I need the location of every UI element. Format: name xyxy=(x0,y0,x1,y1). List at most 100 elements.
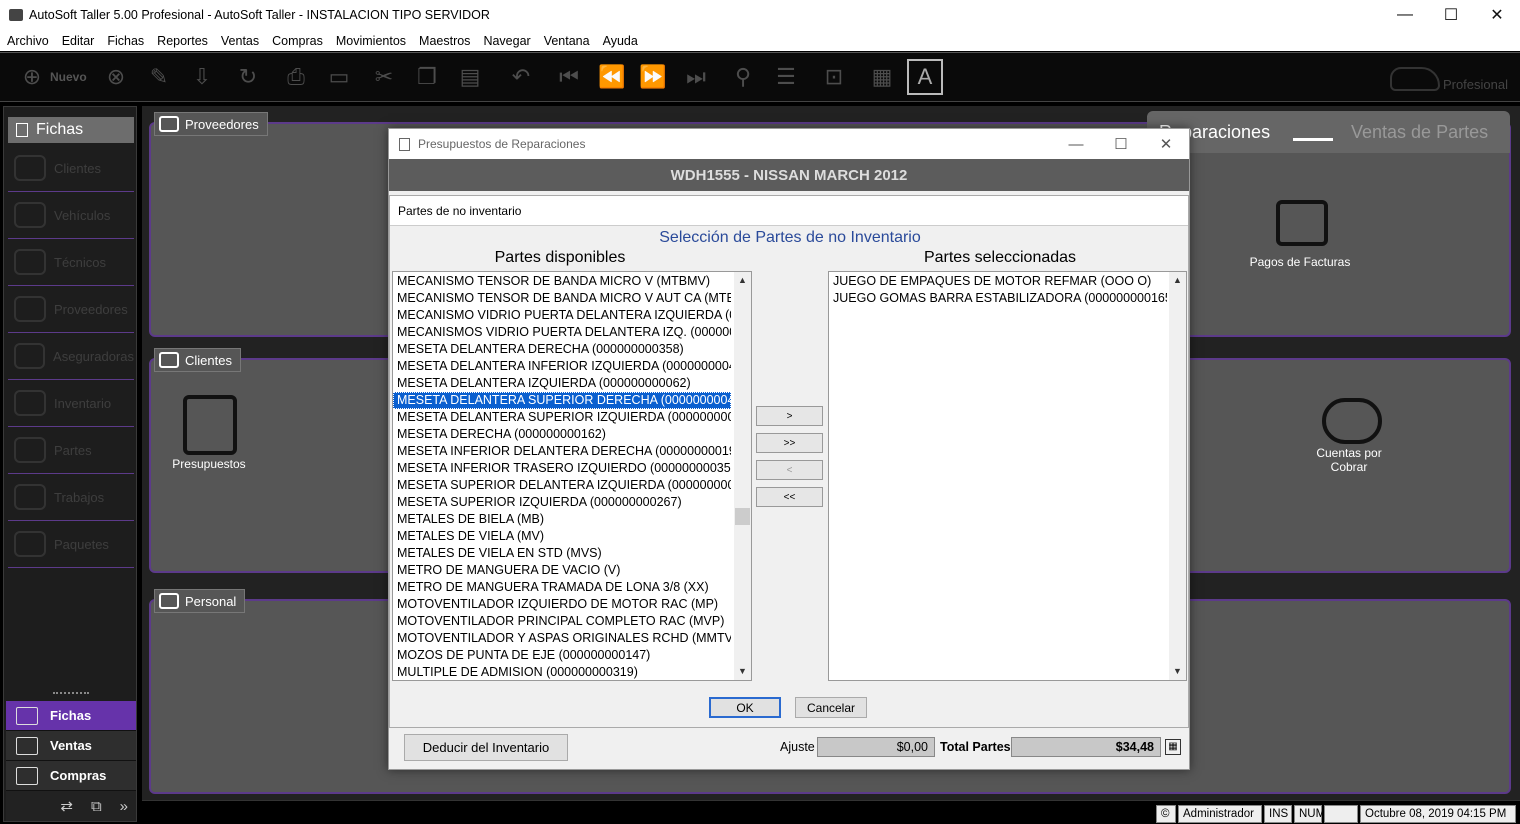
accounts-icon[interactable] xyxy=(1322,398,1382,444)
list-item[interactable]: MESETA DELANTERA INFERIOR IZQUIERDA (000… xyxy=(393,358,731,375)
selected-parts-list[interactable]: JUEGO DE EMPAQUES DE MOTOR REFMAR (OOO O… xyxy=(828,271,1187,681)
copy-icon[interactable]: ❐ xyxy=(411,61,443,93)
list-item[interactable]: MESETA SUPERIOR IZQUIERDA (000000000267) xyxy=(393,494,731,511)
grid-icon[interactable]: ▦ xyxy=(866,61,898,93)
menu-ventana[interactable]: Ventana xyxy=(544,34,590,48)
search-icon[interactable]: ⚲ xyxy=(727,61,759,93)
selected-scrollbar[interactable]: ▲ ▼ xyxy=(1169,272,1186,680)
refresh-icon[interactable]: ↻ xyxy=(232,61,264,93)
list-icon[interactable]: ☰ xyxy=(770,61,802,93)
close-button[interactable]: ✕ xyxy=(1474,0,1520,30)
nav-ventas[interactable]: Ventas xyxy=(6,731,136,761)
list-item[interactable]: MESETA DELANTERA SUPERIOR IZQUIERDA (000… xyxy=(393,409,731,426)
list-item[interactable]: JUEGO GOMAS BARRA ESTABILIZADORA (000000… xyxy=(829,290,1167,307)
first-icon[interactable]: ⏮ xyxy=(553,61,585,93)
sidebar-item-trabajos[interactable]: Trabajos xyxy=(8,474,134,521)
screen-icon[interactable]: ▭ xyxy=(323,61,355,93)
list-item[interactable]: MOTOVENTILADOR PRINCIPAL COMPLETO RAC (M… xyxy=(393,613,731,630)
new-icon[interactable]: ⊕ xyxy=(16,61,48,93)
sidebar-item-inventario[interactable]: Inventario xyxy=(8,380,134,427)
list-item[interactable]: MESETA DELANTERA IZQUIERDA (000000000062… xyxy=(393,375,731,392)
cuentas-label[interactable]: Cuentas por Cobrar xyxy=(1299,446,1399,474)
menu-compras[interactable]: Compras xyxy=(272,34,323,48)
sidebar-item-tecnicos[interactable]: Técnicos xyxy=(8,239,134,286)
dialog-close-button[interactable]: ✕ xyxy=(1143,129,1189,159)
toggle-ventas-partes[interactable]: Ventas de Partes xyxy=(1351,122,1488,143)
menu-fichas[interactable]: Fichas xyxy=(107,34,144,48)
deduct-inventory-button[interactable]: Deducir del Inventario xyxy=(404,734,568,761)
tab-clientes[interactable]: Clientes xyxy=(154,348,241,372)
list-item[interactable]: MULTIPLE DE ADMISION (000000000319) xyxy=(393,664,731,680)
lock-icon[interactable]: ⊡ xyxy=(818,61,850,93)
ok-button[interactable]: OK xyxy=(709,697,781,718)
next-icon[interactable]: ⏩ xyxy=(637,61,669,93)
budget-icon[interactable] xyxy=(183,395,237,455)
menu-maestros[interactable]: Maestros xyxy=(419,34,470,48)
list-item[interactable]: MESETA INFERIOR DELANTERA DERECHA (00000… xyxy=(393,443,731,460)
menu-reportes[interactable]: Reportes xyxy=(157,34,208,48)
list-item[interactable]: MECANISMO TENSOR DE BANDA MICRO V AUT CA… xyxy=(393,290,731,307)
menu-archivo[interactable]: Archivo xyxy=(7,34,49,48)
more-icon[interactable]: » xyxy=(120,798,128,815)
available-parts-list[interactable]: MECANISMO TENSOR DE BANDA MICRO V (MTBMV… xyxy=(392,271,752,681)
calculator-icon[interactable]: ▦ xyxy=(1165,739,1181,755)
sidebar-item-aseguradoras[interactable]: Aseguradoras xyxy=(8,333,134,380)
move-all-right-button[interactable]: >> xyxy=(756,433,823,453)
cancel-button[interactable]: Cancelar xyxy=(795,697,867,718)
list-item[interactable]: MOTOVENTILADOR Y ASPAS ORIGINALES RCHD (… xyxy=(393,630,731,647)
save-icon[interactable]: ⇩ xyxy=(186,61,218,93)
list-item[interactable]: MECANISMO VIDRIO PUERTA DELANTERA IZQUIE… xyxy=(393,307,731,324)
sidebar-item-proveedores[interactable]: Proveedores xyxy=(8,286,134,333)
resize-grip[interactable] xyxy=(53,692,89,698)
dialog-maximize-button[interactable]: ☐ xyxy=(1098,129,1144,159)
list-item[interactable]: MECANISMO TENSOR DE BANDA MICRO V (MTBMV… xyxy=(393,273,731,290)
cut-icon[interactable]: ✂ xyxy=(368,61,400,93)
nav-fichas[interactable]: Fichas xyxy=(6,701,136,731)
pagos-label[interactable]: Pagos de Facturas xyxy=(1240,255,1360,269)
menu-editar[interactable]: Editar xyxy=(62,34,95,48)
windows-icon[interactable]: ⧉ xyxy=(91,798,102,815)
maximize-button[interactable]: ☐ xyxy=(1428,0,1474,30)
envelope-icon[interactable] xyxy=(1276,200,1328,246)
list-item[interactable]: MOZOS DE PUNTA DE EJE (000000000147) xyxy=(393,647,731,664)
menu-ventas[interactable]: Ventas xyxy=(221,34,259,48)
print-icon[interactable]: ⎙ xyxy=(280,61,312,93)
sidebar-item-partes[interactable]: Partes xyxy=(8,427,134,474)
scroll-up-icon[interactable]: ▲ xyxy=(734,272,751,289)
scroll-down-icon[interactable]: ▼ xyxy=(734,663,751,680)
nav-compras[interactable]: Compras xyxy=(6,761,136,791)
sidebar-item-vehiculos[interactable]: Vehículos xyxy=(8,192,134,239)
menu-movimientos[interactable]: Movimientos xyxy=(336,34,406,48)
list-item[interactable]: MOTOVENTILADOR IZQUIERDO DE MOTOR RAC (M… xyxy=(393,596,731,613)
last-icon[interactable]: ⏭ xyxy=(680,61,712,93)
list-item[interactable]: MESETA DELANTERA SUPERIOR DERECHA (00000… xyxy=(393,392,731,409)
sidebar-item-clientes[interactable]: Clientes xyxy=(8,145,134,192)
list-item[interactable]: METALES DE VIELA EN STD (MVS) xyxy=(393,545,731,562)
list-item[interactable]: MESETA DERECHA (000000000162) xyxy=(393,426,731,443)
menu-ayuda[interactable]: Ayuda xyxy=(603,34,638,48)
minimize-button[interactable]: — xyxy=(1382,0,1428,30)
scroll-up-icon[interactable]: ▲ xyxy=(1169,272,1186,289)
undo-icon[interactable]: ↶ xyxy=(505,61,537,93)
sidebar-item-paquetes[interactable]: Paquetes xyxy=(8,521,134,568)
edit-icon[interactable]: ✎ xyxy=(143,61,175,93)
scroll-down-icon[interactable]: ▼ xyxy=(1169,663,1186,680)
new-label[interactable]: Nuevo xyxy=(50,70,87,84)
toggle-switch[interactable] xyxy=(1293,119,1333,141)
list-item[interactable]: MESETA DELANTERA DERECHA (000000000358) xyxy=(393,341,731,358)
list-item[interactable]: JUEGO DE EMPAQUES DE MOTOR REFMAR (OOO O… xyxy=(829,273,1167,290)
swap-icon[interactable]: ⇄ xyxy=(60,797,73,815)
move-one-left-button[interactable]: < xyxy=(756,460,823,480)
list-item[interactable]: METRO DE MANGUERA DE VACIO (V) xyxy=(393,562,731,579)
list-item[interactable]: METALES DE BIELA (MB) xyxy=(393,511,731,528)
paste-icon[interactable]: ▤ xyxy=(454,61,486,93)
font-icon[interactable]: A xyxy=(907,59,943,95)
list-item[interactable]: METRO DE MANGUERA TRAMADA DE LONA 3/8 (X… xyxy=(393,579,731,596)
list-item[interactable]: MESETA INFERIOR TRASERO IZQUIERDO (00000… xyxy=(393,460,731,477)
list-item[interactable]: MECANISMOS VIDRIO PUERTA DELANTERA IZQ. … xyxy=(393,324,731,341)
tab-proveedores[interactable]: Proveedores xyxy=(154,112,268,136)
list-item[interactable]: MESETA SUPERIOR DELANTERA IZQUIERDA (000… xyxy=(393,477,731,494)
dialog-minimize-button[interactable]: — xyxy=(1053,129,1099,159)
delete-icon[interactable]: ⊗ xyxy=(100,61,132,93)
move-one-right-button[interactable]: > xyxy=(756,406,823,426)
